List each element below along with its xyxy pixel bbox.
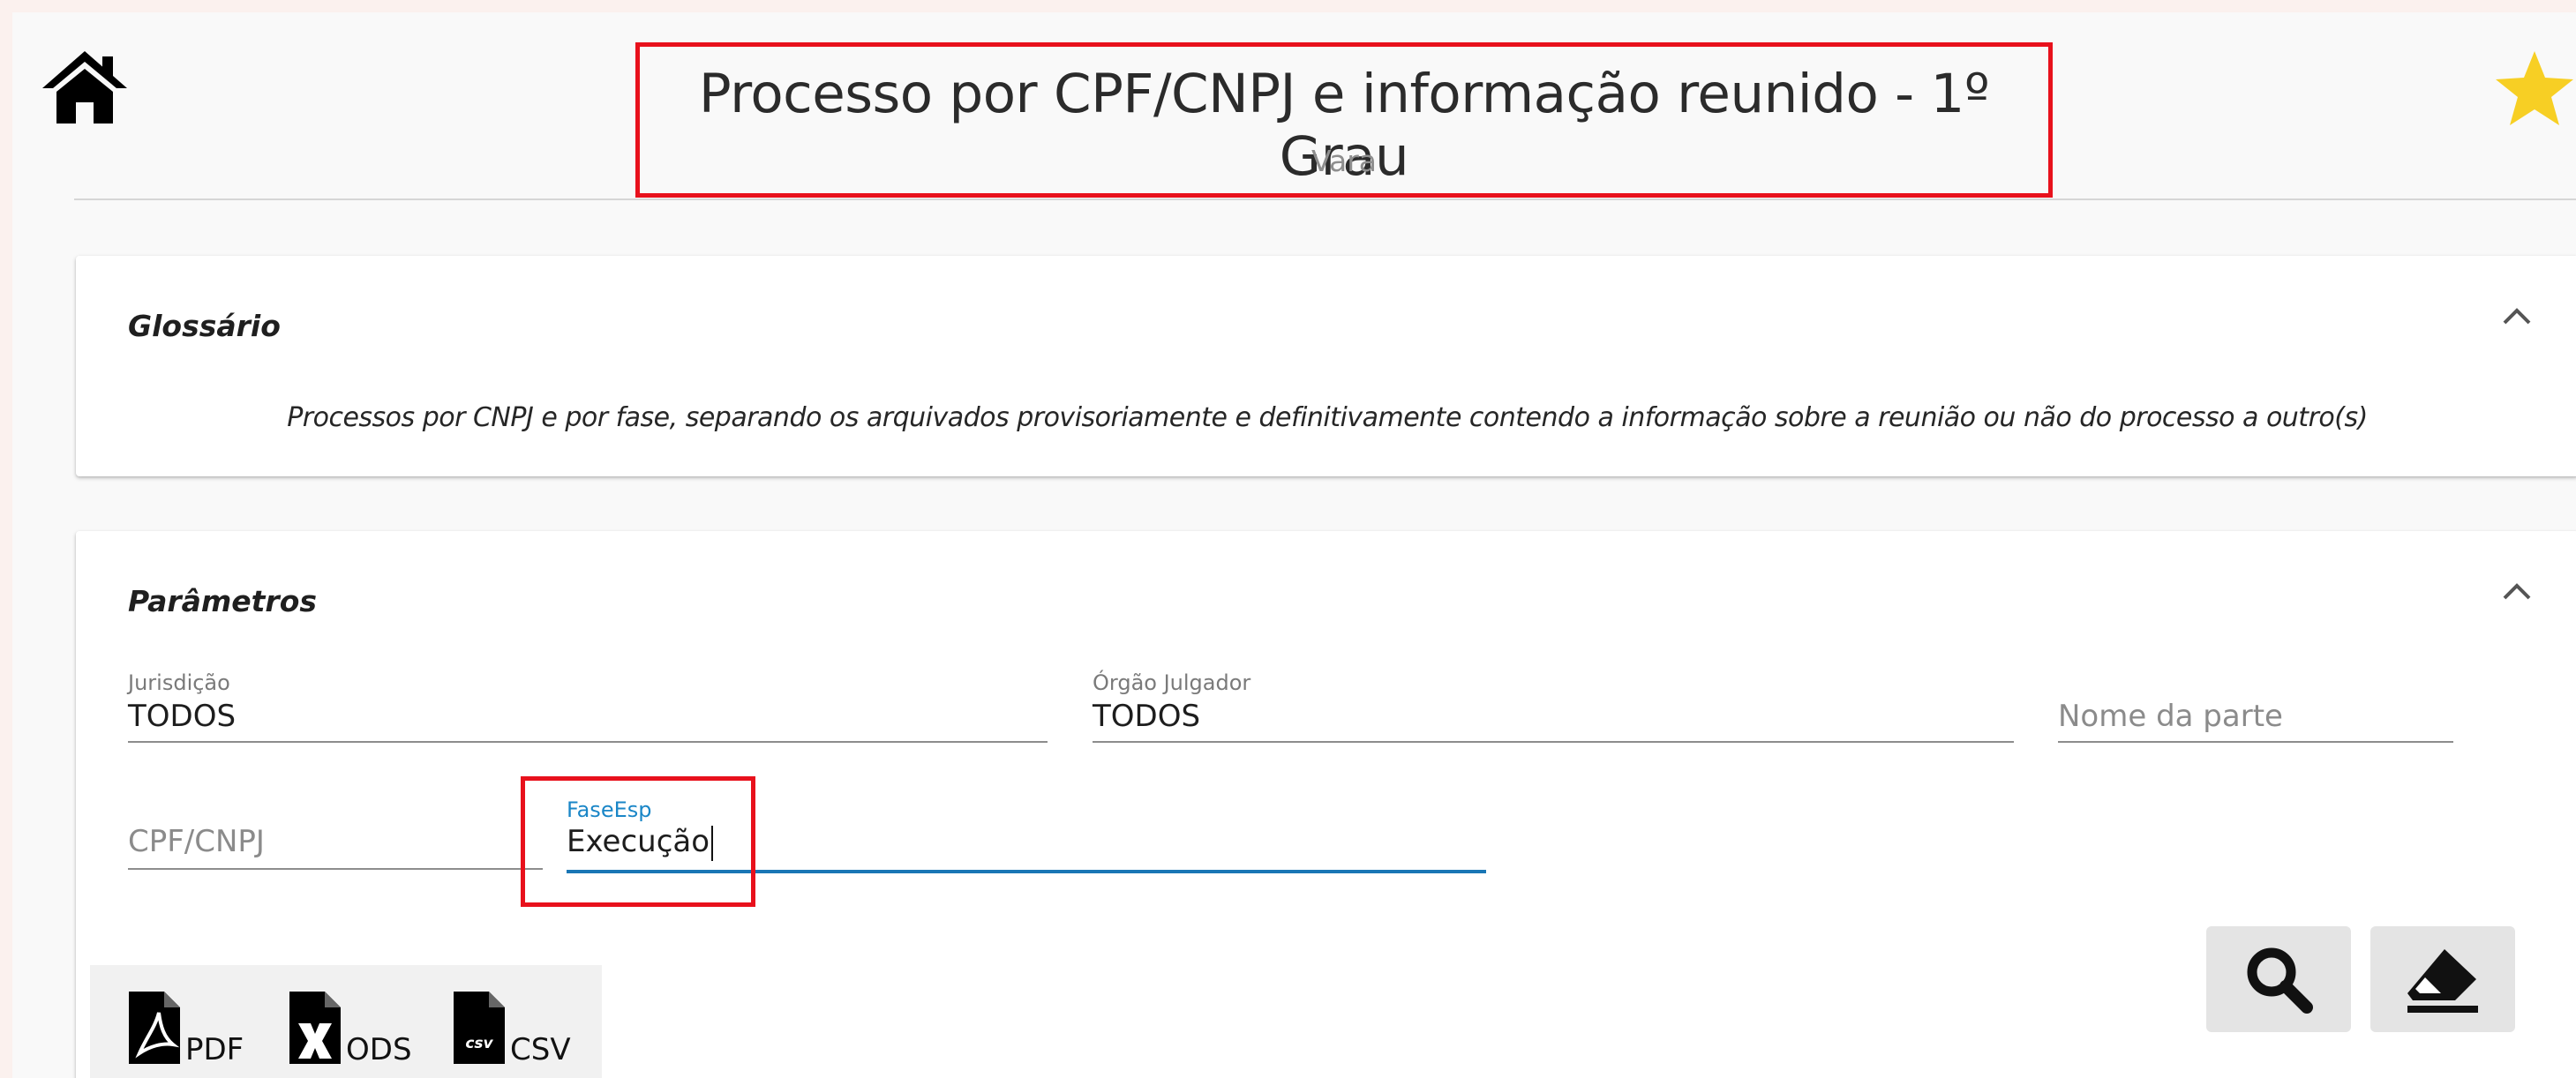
star-icon[interactable] <box>2492 48 2576 127</box>
nome-parte-underline <box>2058 741 2453 743</box>
search-button[interactable] <box>2206 926 2351 1032</box>
nome-parte-input[interactable]: Nome da parte <box>2058 670 2453 743</box>
cpf-cnpj-placeholder: CPF/CNPJ <box>128 824 265 859</box>
chevron-up-icon[interactable] <box>2501 305 2533 328</box>
cpf-cnpj-input[interactable]: CPF/CNPJ <box>128 796 543 870</box>
eraser-icon <box>2407 949 2478 1013</box>
export-csv-button[interactable]: csv CSV <box>454 992 577 1071</box>
jurisdicao-label: Jurisdição <box>128 670 230 695</box>
orgao-julgador-select[interactable]: Órgão Julgador TODOS <box>1093 670 2014 743</box>
cpf-cnpj-underline <box>128 868 543 870</box>
jurisdicao-select[interactable]: Jurisdição TODOS <box>128 670 1048 743</box>
export-toolbar: PDF ODS csv CSV <box>90 965 602 1078</box>
jurisdicao-value: TODOS <box>128 699 237 734</box>
orgao-julgador-label: Órgão Julgador <box>1093 670 1251 695</box>
export-pdf-button[interactable]: PDF <box>129 992 252 1071</box>
export-pdf-label: PDF <box>185 1032 244 1067</box>
jurisdicao-underline <box>128 741 1048 743</box>
search-icon <box>2247 947 2313 1014</box>
glossary-card: Glossário Processos por CNPJ e por fase,… <box>76 256 2576 476</box>
parameters-title: Parâmetros <box>128 584 318 618</box>
clear-button[interactable] <box>2370 926 2515 1032</box>
csv-icon-text: csv <box>465 1035 493 1052</box>
page-header: Processo por CPF/CNPJ e informação reuni… <box>635 42 2053 198</box>
glossary-title: Glossário <box>128 309 281 343</box>
nome-parte-placeholder: Nome da parte <box>2058 699 2283 734</box>
chevron-up-icon[interactable] <box>2501 580 2533 603</box>
glossary-text: Processos por CNPJ e por fase, separando… <box>287 402 2368 433</box>
orgao-julgador-underline <box>1093 741 2014 743</box>
orgao-julgador-value: TODOS <box>1093 699 1201 734</box>
export-ods-label: ODS <box>346 1032 412 1067</box>
header-divider <box>74 198 2576 200</box>
export-ods-button[interactable]: ODS <box>289 992 413 1071</box>
fase-esp-highlight <box>521 776 755 907</box>
spreadsheet-file-icon <box>289 992 341 1064</box>
page: Processo por CPF/CNPJ e informação reuni… <box>12 12 2576 1078</box>
page-subtitle: Vara <box>1311 144 1378 178</box>
csv-file-icon: csv <box>454 992 505 1064</box>
export-csv-label: CSV <box>510 1032 571 1067</box>
pdf-file-icon <box>129 992 180 1064</box>
home-icon[interactable] <box>39 48 131 127</box>
